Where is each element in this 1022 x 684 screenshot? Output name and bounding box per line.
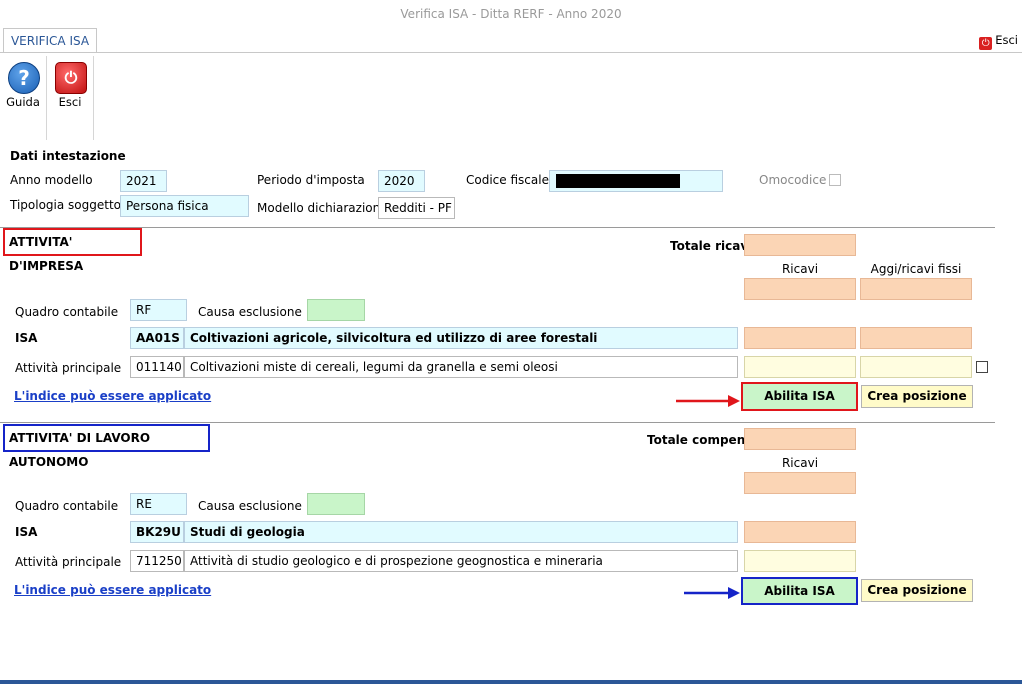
totale-ricavi-field[interactable] xyxy=(744,234,856,256)
esci-top-label: Esci xyxy=(995,33,1018,47)
autonomo-crea-posizione-button[interactable]: Crea posizione xyxy=(861,579,973,602)
aggi-total-field[interactable] xyxy=(860,278,972,300)
guida-button-label[interactable]: Guida xyxy=(4,95,42,109)
autonomo-quadro-field[interactable]: RE xyxy=(130,493,187,515)
ribbon-separator xyxy=(46,56,47,140)
totale-ricavi-label: Totale ricavi xyxy=(670,239,753,253)
autonomo-causa-field[interactable] xyxy=(307,493,365,515)
power-icon: ⏻ xyxy=(979,37,993,50)
header-section-title: Dati intestazione xyxy=(10,149,126,163)
totale-compensi-label: Totale compensi xyxy=(647,433,757,447)
redaction-mask xyxy=(556,174,680,188)
autonomo-attivita-code-field[interactable]: 711250 xyxy=(130,550,184,572)
autonomo-abilita-isa-button[interactable]: Abilita ISA xyxy=(741,577,858,605)
isa-aggi-field[interactable] xyxy=(860,327,972,349)
tab-divider xyxy=(0,52,1022,53)
anno-modello-label: Anno modello xyxy=(10,173,93,187)
autonomo-isa-code-field[interactable]: BK29U xyxy=(130,521,184,543)
isa-ricavi-field[interactable] xyxy=(744,327,856,349)
periodo-imposta-label: Periodo d'imposta xyxy=(257,173,365,187)
impresa-section-title: ATTIVITA' D'IMPRESA xyxy=(3,228,142,273)
causa-esclusione-label: Causa esclusione xyxy=(198,305,302,319)
autonomo-isa-ricavi-field[interactable] xyxy=(744,521,856,543)
help-icon[interactable]: ? xyxy=(8,62,40,94)
exit-icon[interactable]: ⏻ xyxy=(55,62,87,94)
isa-desc-field[interactable]: Coltivazioni agricole, silvicoltura ed u… xyxy=(184,327,738,349)
attivita-principale-label: Attività principale xyxy=(15,361,122,375)
periodo-imposta-field[interactable]: 2020 xyxy=(378,170,425,192)
anno-modello-field[interactable]: 2021 xyxy=(120,170,167,192)
divider xyxy=(0,227,995,228)
autonomo-isa-desc-field[interactable]: Studi di geologia xyxy=(184,521,738,543)
codice-fiscale-label: Codice fiscale xyxy=(466,173,549,187)
esci-button-label[interactable]: Esci xyxy=(50,95,90,109)
esci-top-button[interactable]: ⏻ Esci xyxy=(979,33,1018,50)
col-aggi-label: Aggi/ricavi fissi xyxy=(870,262,962,276)
indice-applicato-link[interactable]: L'indice può essere applicato xyxy=(14,389,211,403)
autonomo-causa-label: Causa esclusione xyxy=(198,499,302,513)
causa-esclusione-field[interactable] xyxy=(307,299,365,321)
autonomo-quadro-label: Quadro contabile xyxy=(15,499,119,513)
tab-verifica-isa[interactable]: VERIFICA ISA xyxy=(3,28,97,53)
totale-compensi-field[interactable] xyxy=(744,428,856,450)
bottom-status-bar xyxy=(0,680,1022,684)
red-arrow-annotation xyxy=(676,395,740,407)
ribbon-separator-2 xyxy=(93,56,94,140)
autonomo-col-ricavi-label: Ricavi xyxy=(781,456,819,470)
isa-code-field[interactable]: AA01S xyxy=(130,327,184,349)
autonomo-section-title: ATTIVITA' DI LAVORO AUTONOMO xyxy=(3,424,210,469)
autonomo-attivita-label: Attività principale xyxy=(15,555,122,569)
autonomo-isa-label: ISA xyxy=(15,525,38,539)
omocodice-label: Omocodice xyxy=(759,173,827,187)
window-title: Verifica ISA - Ditta RERF - Anno 2020 xyxy=(0,0,1022,28)
blue-arrow-annotation xyxy=(684,587,740,599)
tipologia-soggetto-label: Tipologia soggetto xyxy=(10,198,122,212)
attivita-code-field[interactable]: 011140 xyxy=(130,356,184,378)
col-ricavi-label: Ricavi xyxy=(781,262,819,276)
omocodice-checkbox[interactable] xyxy=(829,174,841,186)
codice-fiscale-field[interactable] xyxy=(549,170,723,192)
autonomo-attivita-desc-field[interactable]: Attività di studio geologico e di prospe… xyxy=(184,550,738,572)
attivita-aggi-field[interactable] xyxy=(860,356,972,378)
tipologia-soggetto-field[interactable]: Persona fisica xyxy=(120,195,249,217)
quadro-contabile-field[interactable]: RF xyxy=(130,299,187,321)
modello-dichiarazione-field[interactable]: Redditi - PF xyxy=(378,197,455,219)
autonomo-indice-applicato-link[interactable]: L'indice può essere applicato xyxy=(14,583,211,597)
abilita-isa-button[interactable]: Abilita ISA xyxy=(741,382,858,411)
attivita-checkbox[interactable] xyxy=(976,361,988,373)
divider xyxy=(0,422,995,423)
attivita-ricavi-field[interactable] xyxy=(744,356,856,378)
quadro-contabile-label: Quadro contabile xyxy=(15,305,119,319)
modello-dichiarazione-label: Modello dichiarazione xyxy=(257,201,388,215)
ricavi-total-field[interactable] xyxy=(744,278,856,300)
isa-label: ISA xyxy=(15,331,38,345)
autonomo-attivita-ricavi-field[interactable] xyxy=(744,550,856,572)
attivita-desc-field[interactable]: Coltivazioni miste di cereali, legumi da… xyxy=(184,356,738,378)
autonomo-ricavi-total-field[interactable] xyxy=(744,472,856,494)
crea-posizione-button[interactable]: Crea posizione xyxy=(861,385,973,408)
